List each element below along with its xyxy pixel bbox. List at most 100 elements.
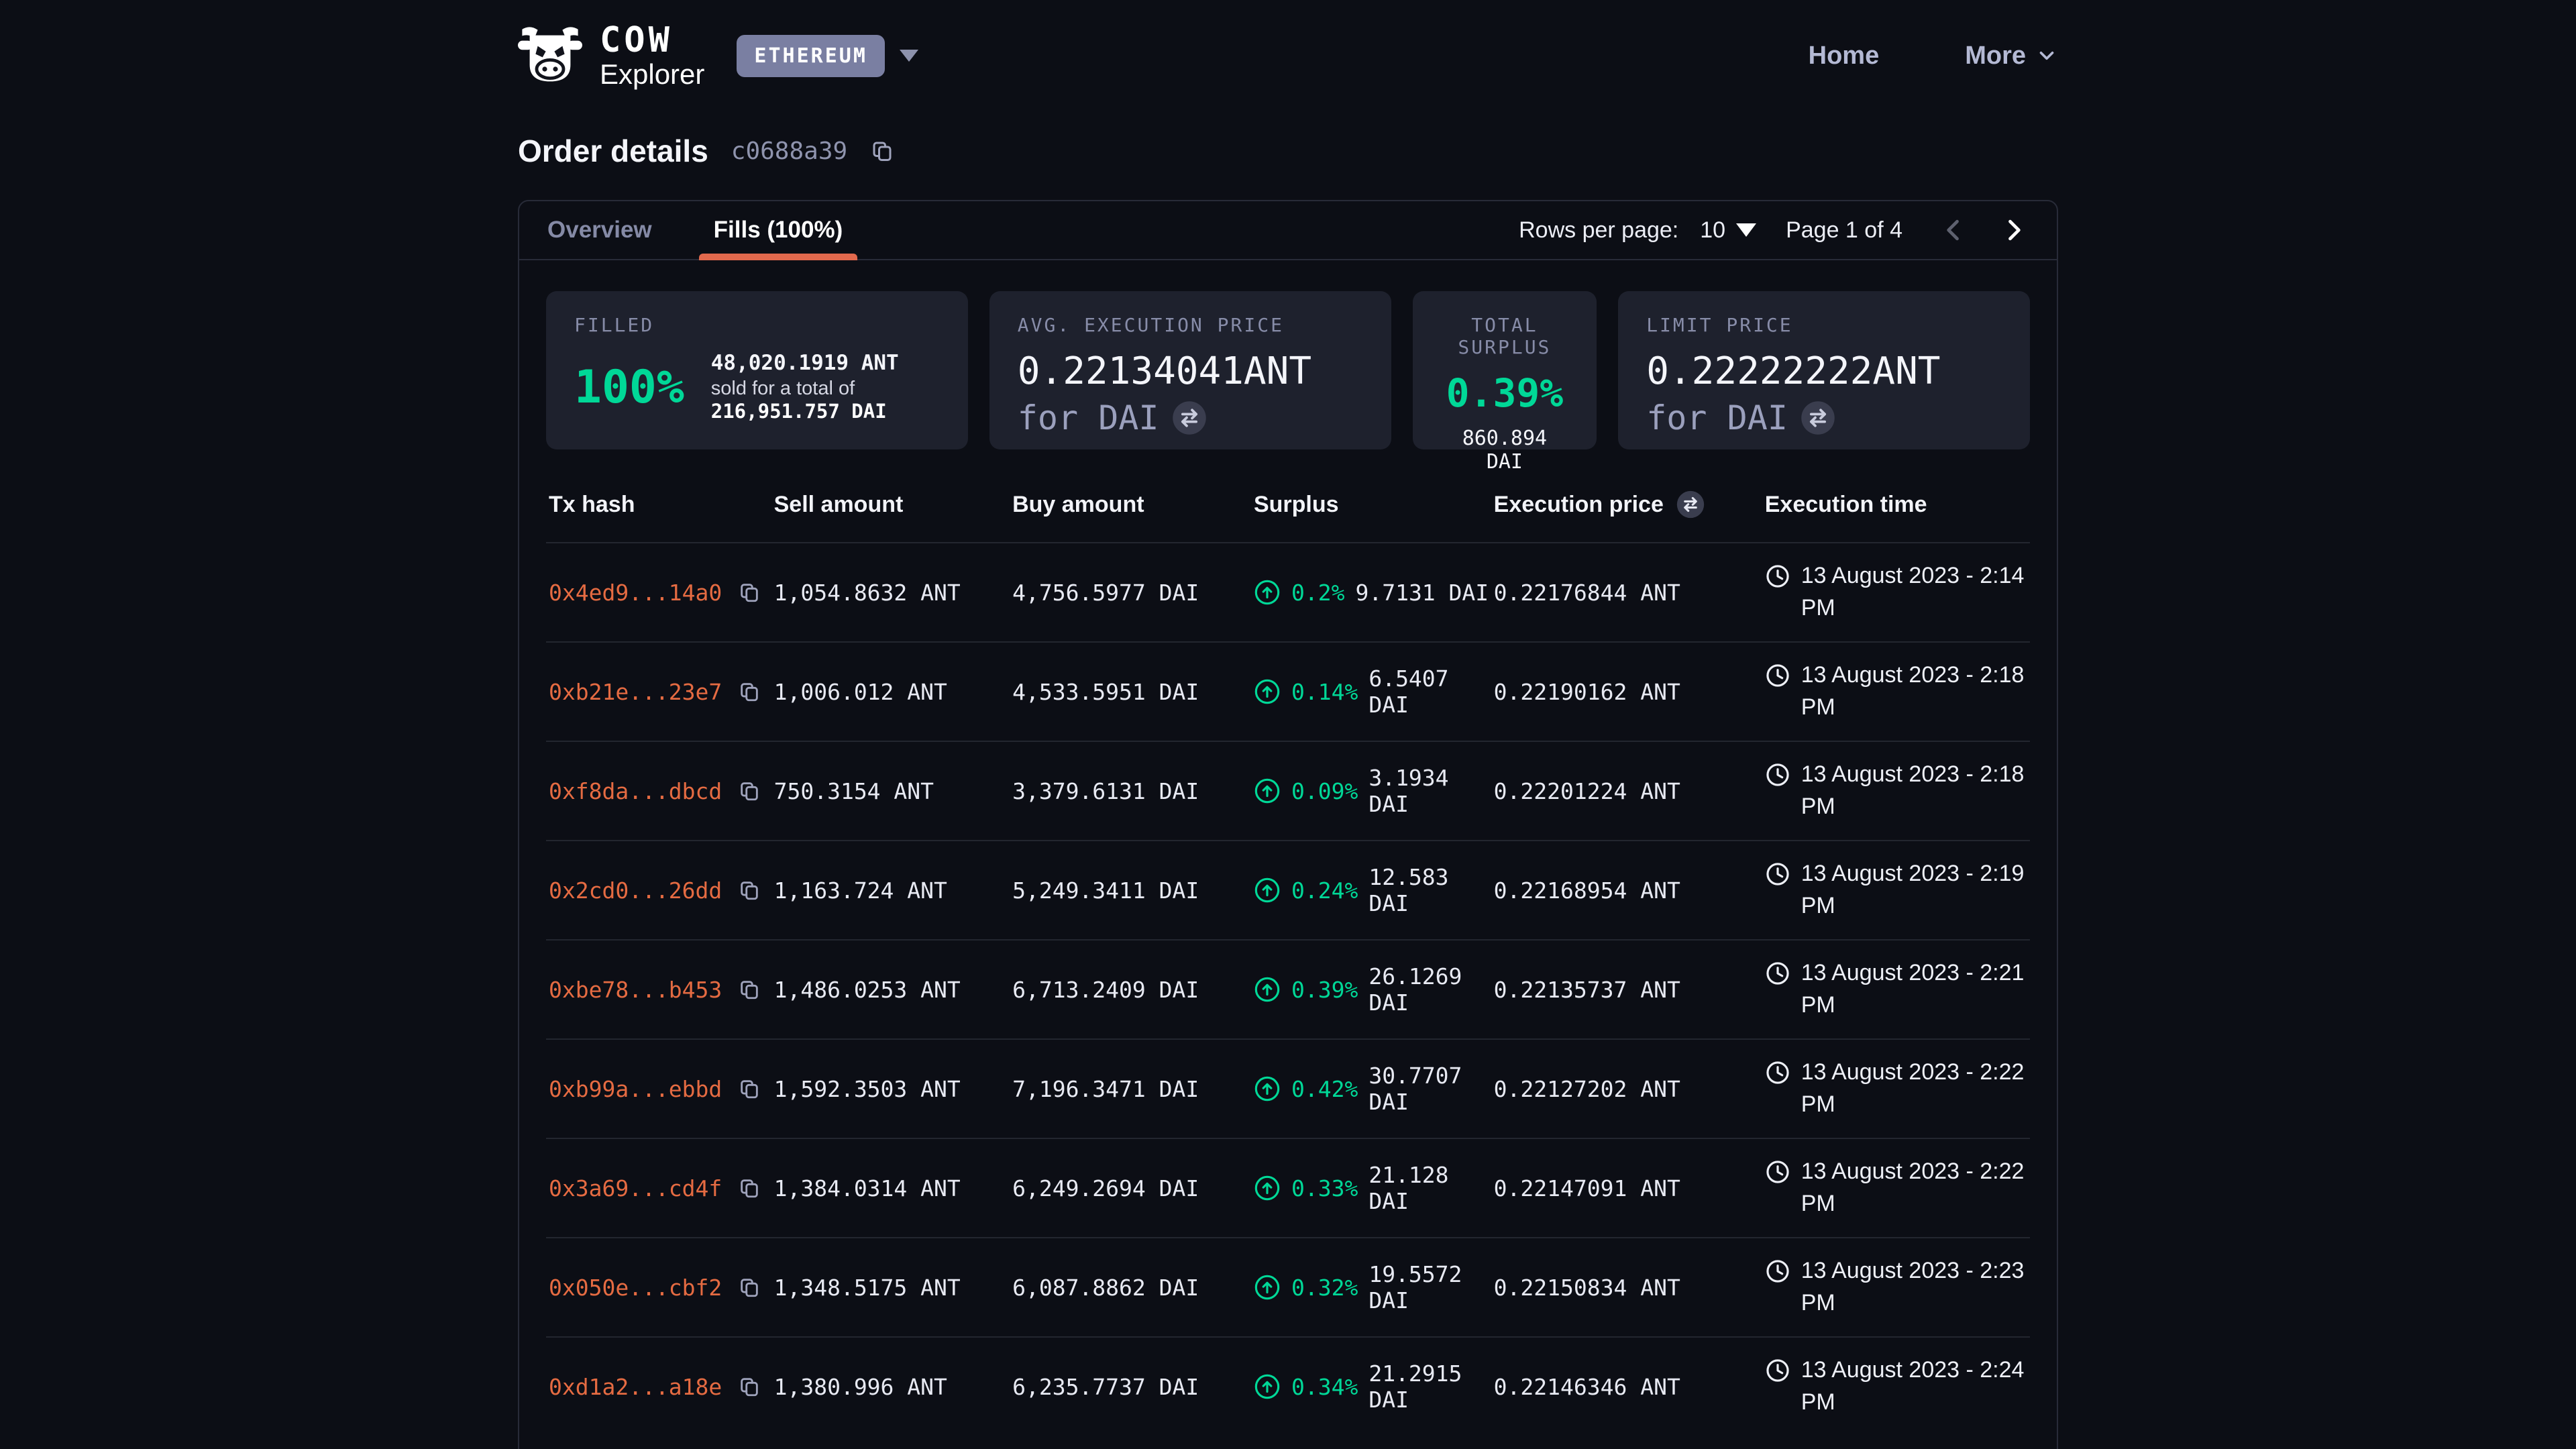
network-badge[interactable]: ETHEREUM xyxy=(737,35,885,77)
arrow-up-circle-icon xyxy=(1254,976,1281,1003)
avg-execution-price-label: AVG. EXECUTION PRICE xyxy=(1018,314,1284,336)
tab-fills-label: Fills (100%) xyxy=(714,217,843,244)
buy-amount-cell: 6,713.2409 DAI xyxy=(1012,977,1254,1003)
nav-home-link[interactable]: Home xyxy=(1809,42,1880,70)
fill-row: 0xf8da...dbcd 750.3154 ANT 3,379.6131 DA… xyxy=(546,741,2030,840)
caret-down-icon xyxy=(900,50,918,62)
tx-hash-link[interactable]: 0xb21e...23e7 xyxy=(549,679,722,705)
execution-price-cell: 0.22135737 ANT xyxy=(1494,977,1765,1003)
cow-explorer-logo[interactable]: COW Explorer xyxy=(518,23,704,89)
col-execution-price-label: Execution price xyxy=(1494,492,1664,518)
copy-order-id-button[interactable] xyxy=(870,139,894,163)
title-row: Order details c0688a39 xyxy=(518,133,2058,169)
buy-amount-cell: 6,087.8862 DAI xyxy=(1012,1275,1254,1301)
panel-topbar: Overview Fills (100%) Rows per page: 10 … xyxy=(519,201,2057,260)
tx-hash-link[interactable]: 0xb99a...ebbd xyxy=(549,1076,722,1102)
surplus-amount: 6.5407 DAI xyxy=(1368,665,1493,718)
execution-price-cell: 0.22147091 ANT xyxy=(1494,1175,1765,1201)
limit-price-value: 0.22222222ANT xyxy=(1646,350,2002,393)
execution-time-cell: 13 August 2023 - 2:21 PM xyxy=(1765,957,2030,1021)
surplus-percent: 0.39% xyxy=(1291,977,1358,1003)
arrow-up-circle-icon xyxy=(1254,1373,1281,1400)
copy-icon xyxy=(738,1077,761,1100)
rows-per-page: Rows per page: 10 xyxy=(1519,217,1756,244)
arrow-up-circle-icon xyxy=(1254,1175,1281,1201)
fills-table: Tx hash Sell amount Buy amount Surplus E… xyxy=(546,484,2030,1436)
sell-amount-cell: 1,486.0253 ANT xyxy=(774,977,1012,1003)
filled-detail: 48,020.1919 ANT sold for a total of 216,… xyxy=(711,351,940,423)
tx-hash-link[interactable]: 0xd1a2...a18e xyxy=(549,1374,722,1400)
tx-hash-link[interactable]: 0x2cd0...26dd xyxy=(549,877,722,904)
tab-fills[interactable]: Fills (100%) xyxy=(714,201,843,259)
buy-amount-cell: 6,249.2694 DAI xyxy=(1012,1175,1254,1201)
fill-row: 0x3a69...cd4f 1,384.0314 ANT 6,249.2694 … xyxy=(546,1138,2030,1237)
surplus-cell: 0.32% 19.5572 DAI xyxy=(1254,1261,1494,1313)
fill-row: 0x2cd0...26dd 1,163.724 ANT 5,249.3411 D… xyxy=(546,840,2030,939)
copy-tx-hash-button[interactable] xyxy=(738,1077,761,1100)
surplus-cell: 0.09% 3.1934 DAI xyxy=(1254,765,1494,817)
clock-icon xyxy=(1765,1258,1790,1284)
copy-tx-hash-button[interactable] xyxy=(738,1276,761,1299)
sell-amount-cell: 750.3154 ANT xyxy=(774,778,1012,804)
rows-per-page-select[interactable]: 10 xyxy=(1700,217,1756,244)
copy-tx-hash-button[interactable] xyxy=(738,879,761,902)
copy-tx-hash-button[interactable] xyxy=(738,680,761,703)
surplus-cell: 0.14% 6.5407 DAI xyxy=(1254,665,1494,718)
filled-card: FILLED 100% 48,020.1919 ANT sold for a t… xyxy=(546,291,968,449)
clock-icon xyxy=(1765,1358,1790,1383)
filled-amount: 48,020.1919 ANT xyxy=(711,351,940,375)
invert-price-icon[interactable] xyxy=(1676,490,1705,519)
col-execution-time-label: Execution time xyxy=(1765,492,1927,518)
copy-tx-hash-button[interactable] xyxy=(738,581,761,604)
clock-icon xyxy=(1765,1060,1790,1085)
tx-hash-link[interactable]: 0x4ed9...14a0 xyxy=(549,580,722,606)
copy-tx-hash-button[interactable] xyxy=(738,1177,761,1199)
arrow-up-circle-icon xyxy=(1254,678,1281,705)
execution-time-cell: 13 August 2023 - 2:23 PM xyxy=(1765,1255,2030,1319)
tx-hash-cell: 0x050e...cbf2 xyxy=(549,1275,774,1301)
swap-currency-icon[interactable] xyxy=(1800,400,1836,436)
copy-tx-hash-button[interactable] xyxy=(738,1375,761,1398)
total-surplus-card: TOTAL SURPLUS 0.39% 860.894 DAI xyxy=(1413,291,1597,449)
surplus-percent: 0.32% xyxy=(1291,1275,1358,1301)
surplus-cell: 0.33% 21.128 DAI xyxy=(1254,1162,1494,1214)
filled-sold-line: sold for a total of 216,951.757 DAI xyxy=(711,378,940,423)
nav-more-menu[interactable]: More xyxy=(1965,42,2058,70)
execution-price-cell: 0.22176844 ANT xyxy=(1494,580,1765,606)
clock-icon xyxy=(1765,762,1790,788)
main-nav: Home More xyxy=(1809,42,2058,70)
arrow-up-circle-icon xyxy=(1254,777,1281,804)
order-panel: Overview Fills (100%) Rows per page: 10 … xyxy=(518,200,2058,1449)
network-selector[interactable]: ETHEREUM xyxy=(737,35,918,77)
col-buy-amount-label: Buy amount xyxy=(1012,492,1144,518)
arrow-up-circle-icon xyxy=(1254,579,1281,606)
execution-time-cell: 13 August 2023 - 2:22 PM xyxy=(1765,1156,2030,1220)
sell-amount-cell: 1,592.3503 ANT xyxy=(774,1076,1012,1102)
prev-page-button[interactable] xyxy=(1939,215,1968,245)
execution-time-cell: 13 August 2023 - 2:19 PM xyxy=(1765,858,2030,922)
limit-price-label: LIMIT PRICE xyxy=(1646,314,1792,336)
buy-amount-cell: 4,756.5977 DAI xyxy=(1012,580,1254,606)
copy-tx-hash-button[interactable] xyxy=(738,780,761,802)
surplus-amount: 3.1934 DAI xyxy=(1368,765,1493,817)
nav-home-label: Home xyxy=(1809,42,1880,70)
tab-overview[interactable]: Overview xyxy=(547,201,652,259)
tx-hash-link[interactable]: 0xbe78...b453 xyxy=(549,977,722,1003)
arrow-up-circle-icon xyxy=(1254,1075,1281,1102)
tx-hash-link[interactable]: 0x050e...cbf2 xyxy=(549,1275,722,1301)
copy-icon xyxy=(738,879,761,902)
swap-currency-icon[interactable] xyxy=(1171,400,1208,436)
surplus-percent: 0.2% xyxy=(1291,580,1344,606)
copy-tx-hash-button[interactable] xyxy=(738,978,761,1001)
app-header: COW Explorer ETHEREUM Home More xyxy=(518,0,2058,89)
limit-price-card: LIMIT PRICE 0.22222222ANT for DAI xyxy=(1618,291,2030,449)
tx-hash-link[interactable]: 0xf8da...dbcd xyxy=(549,778,722,804)
surplus-amount: 26.1269 DAI xyxy=(1368,963,1493,1016)
select-caret-icon xyxy=(1736,223,1756,237)
rows-per-page-value: 10 xyxy=(1700,217,1725,244)
tx-hash-link[interactable]: 0x3a69...cd4f xyxy=(549,1175,722,1201)
avg-execution-price-card: AVG. EXECUTION PRICE 0.22134041ANT for D… xyxy=(989,291,1391,449)
logo-line2: Explorer xyxy=(600,60,704,89)
next-page-button[interactable] xyxy=(1999,215,2029,245)
buy-amount-cell: 7,196.3471 DAI xyxy=(1012,1076,1254,1102)
